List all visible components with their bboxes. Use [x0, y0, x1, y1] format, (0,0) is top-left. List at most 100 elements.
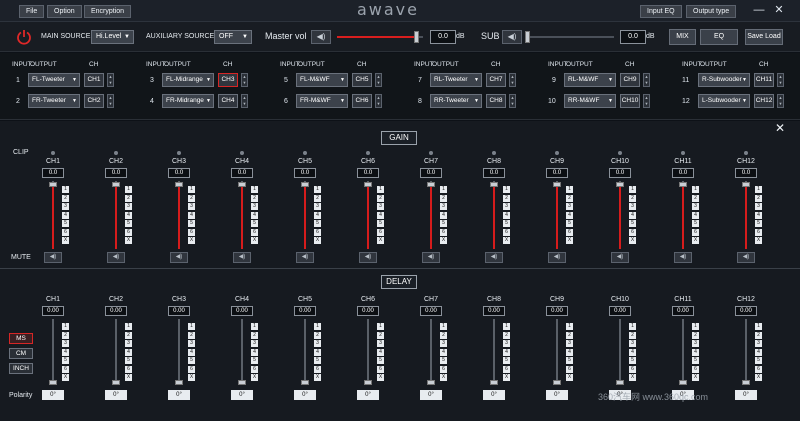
- gain-step-button[interactable]: 4: [62, 211, 69, 219]
- gain-slider[interactable]: [427, 181, 435, 249]
- gain-step-button[interactable]: X: [125, 237, 132, 244]
- channel-mute-button[interactable]: ◀): [611, 252, 629, 263]
- gain-step-button[interactable]: 3: [377, 203, 384, 210]
- lock-icon[interactable]: ▲ ▼: [241, 94, 248, 108]
- master-mute-button[interactable]: ◀): [311, 30, 331, 44]
- delay-slider[interactable]: [427, 319, 435, 385]
- gain-slider[interactable]: [742, 181, 750, 249]
- gain-step-button[interactable]: 1: [314, 186, 321, 193]
- polarity-button[interactable]: 0°: [546, 390, 568, 400]
- polarity-button[interactable]: 0°: [357, 390, 379, 400]
- delay-slider[interactable]: [553, 319, 561, 385]
- eq-button[interactable]: EQ: [700, 29, 738, 45]
- gain-slider[interactable]: [49, 181, 57, 249]
- gain-step-button[interactable]: 4: [377, 211, 384, 219]
- gain-slider-thumb[interactable]: [616, 182, 624, 187]
- gain-step-button[interactable]: 6: [251, 228, 258, 236]
- gain-step-button[interactable]: 6: [629, 228, 636, 236]
- gain-value-input[interactable]: 0.0: [105, 168, 127, 178]
- delay-step-button[interactable]: 6: [440, 365, 447, 373]
- delay-unit-ms-button[interactable]: MS: [9, 333, 33, 344]
- routing-output-select[interactable]: RR-Tweeter ▼: [430, 94, 482, 108]
- gain-step-button[interactable]: 3: [251, 203, 258, 210]
- routing-output-select[interactable]: RR-M&WF ▼: [564, 94, 616, 108]
- delay-unit-inch-button[interactable]: INCH: [9, 363, 33, 374]
- gain-step-button[interactable]: 2: [440, 194, 447, 202]
- gain-step-button[interactable]: 1: [125, 186, 132, 193]
- gain-step-button[interactable]: 4: [629, 211, 636, 219]
- gain-step-button[interactable]: 1: [755, 186, 762, 193]
- channel-mute-button[interactable]: ◀): [485, 252, 503, 263]
- routing-ch-button[interactable]: CH3: [218, 73, 238, 87]
- gain-step-button[interactable]: 2: [629, 194, 636, 202]
- delay-step-button[interactable]: 1: [377, 323, 384, 330]
- gain-step-button[interactable]: X: [503, 237, 510, 244]
- gain-step-button[interactable]: 3: [503, 203, 510, 210]
- channel-mute-button[interactable]: ◀): [170, 252, 188, 263]
- delay-step-button[interactable]: 4: [503, 348, 510, 356]
- aux-source-select[interactable]: OFF ▼: [214, 30, 252, 44]
- gain-step-button[interactable]: 1: [503, 186, 510, 193]
- gain-step-button[interactable]: 4: [692, 211, 699, 219]
- gain-value-input[interactable]: 0.0: [42, 168, 64, 178]
- gain-slider-thumb[interactable]: [49, 182, 57, 187]
- gain-step-button[interactable]: 1: [629, 186, 636, 193]
- delay-slider[interactable]: [49, 319, 57, 385]
- delay-step-button[interactable]: 1: [125, 323, 132, 330]
- delay-step-button[interactable]: 3: [314, 340, 321, 347]
- routing-output-select[interactable]: RL-Tweeter ▼: [430, 73, 482, 87]
- routing-output-select[interactable]: FL-Midrange ▼: [162, 73, 214, 87]
- power-icon[interactable]: [16, 29, 32, 45]
- save-load-button[interactable]: Save Load: [745, 29, 783, 45]
- delay-slider-thumb[interactable]: [175, 380, 183, 385]
- channel-mute-button[interactable]: ◀): [107, 252, 125, 263]
- routing-ch-button[interactable]: CH11: [754, 73, 774, 87]
- gain-value-input[interactable]: 0.0: [609, 168, 631, 178]
- gain-step-button[interactable]: 6: [62, 228, 69, 236]
- gain-step-button[interactable]: 3: [62, 203, 69, 210]
- routing-ch-button[interactable]: CH9: [620, 73, 640, 87]
- delay-step-button[interactable]: 6: [62, 365, 69, 373]
- delay-step-button[interactable]: X: [566, 374, 573, 381]
- delay-step-button[interactable]: 3: [503, 340, 510, 347]
- delay-slider-thumb[interactable]: [679, 380, 687, 385]
- gain-step-button[interactable]: 3: [188, 203, 195, 210]
- channel-mute-button[interactable]: ◀): [359, 252, 377, 263]
- delay-step-button[interactable]: 3: [125, 340, 132, 347]
- sub-vol-value[interactable]: 0.0: [620, 30, 646, 44]
- delay-step-button[interactable]: 4: [188, 348, 195, 356]
- lock-icon[interactable]: ▲ ▼: [241, 73, 248, 87]
- delay-value-input[interactable]: 0.00: [42, 306, 64, 316]
- delay-slider[interactable]: [112, 319, 120, 385]
- polarity-button[interactable]: 0°: [105, 390, 127, 400]
- polarity-button[interactable]: 0°: [231, 390, 253, 400]
- gain-step-button[interactable]: 4: [314, 211, 321, 219]
- gain-step-button[interactable]: 3: [125, 203, 132, 210]
- gain-value-input[interactable]: 0.0: [168, 168, 190, 178]
- delay-slider-thumb[interactable]: [238, 380, 246, 385]
- gain-step-button[interactable]: 4: [251, 211, 258, 219]
- delay-step-button[interactable]: 3: [692, 340, 699, 347]
- delay-slider-thumb[interactable]: [49, 380, 57, 385]
- delay-step-button[interactable]: X: [692, 374, 699, 381]
- delay-step-button[interactable]: 5: [251, 357, 258, 364]
- delay-value-input[interactable]: 0.00: [609, 306, 631, 316]
- delay-step-button[interactable]: 6: [314, 365, 321, 373]
- gain-value-input[interactable]: 0.0: [546, 168, 568, 178]
- routing-output-select[interactable]: R-Subwooder ▼: [698, 73, 750, 87]
- gain-step-button[interactable]: 5: [62, 220, 69, 227]
- delay-slider[interactable]: [364, 319, 372, 385]
- delay-step-button[interactable]: 2: [251, 331, 258, 339]
- input-eq-button[interactable]: Input EQ: [640, 5, 682, 18]
- gain-step-button[interactable]: 1: [62, 186, 69, 193]
- gain-value-input[interactable]: 0.0: [672, 168, 694, 178]
- gain-step-button[interactable]: X: [629, 237, 636, 244]
- delay-step-button[interactable]: 3: [566, 340, 573, 347]
- gain-step-button[interactable]: 5: [314, 220, 321, 227]
- gain-step-button[interactable]: X: [755, 237, 762, 244]
- gain-step-button[interactable]: 2: [755, 194, 762, 202]
- gain-step-button[interactable]: 1: [440, 186, 447, 193]
- gain-slider-thumb[interactable]: [490, 182, 498, 187]
- mix-button[interactable]: MIX: [669, 29, 696, 45]
- delay-value-input[interactable]: 0.00: [420, 306, 442, 316]
